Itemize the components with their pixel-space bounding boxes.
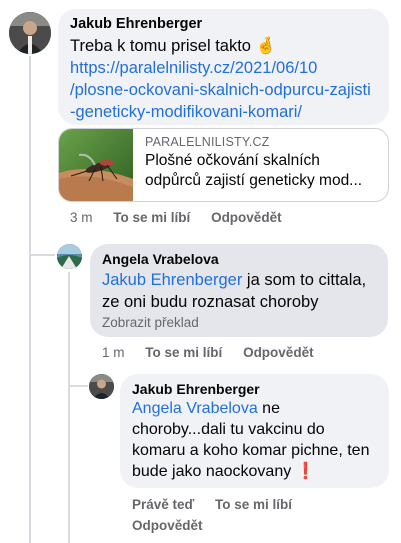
comment-text-body: Treba k tomu prisel takto xyxy=(70,37,251,55)
article-link-line[interactable]: -geneticky-modifikovani-komari/ xyxy=(70,101,377,123)
mention-link[interactable]: Angela Vrabelova xyxy=(132,400,258,417)
thread-line-main xyxy=(29,56,31,543)
link-preview-thumbnail xyxy=(59,129,133,201)
comment-author[interactable]: Angela Vrabelova xyxy=(102,251,376,267)
avatar[interactable] xyxy=(89,374,114,399)
comment-text-body: ja som to cittala, xyxy=(242,271,367,289)
link-preview-title-line: Plošné očkování skalních xyxy=(145,152,320,169)
like-button[interactable]: To se mi líbí xyxy=(145,345,222,360)
comment-time[interactable]: 1 m xyxy=(102,345,125,360)
comment-actions: Právě teď To se mi líbí xyxy=(132,497,309,512)
comment-text-line: ze oni budu roznasat choroby xyxy=(102,293,319,311)
article-link-line[interactable]: /plosne-ockovani-skalnich-odpurcu-zajist… xyxy=(70,79,377,101)
fingers-crossed-emoji: 🤞 xyxy=(255,37,277,55)
thread-line-branch-2 xyxy=(68,385,88,387)
link-preview-title-line: odpůrců zajistí geneticky mod... xyxy=(145,172,363,189)
avatar[interactable] xyxy=(57,244,82,269)
comment-text-line: bude jako naockovany ❗ xyxy=(132,461,377,482)
comment-text-body: bude jako naockovany xyxy=(132,463,292,480)
comment-author[interactable]: Jakub Ehrenberger xyxy=(132,381,377,397)
comment-time[interactable]: Právě teď xyxy=(132,497,194,512)
comment-text: Treba k tomu prisel takto 🤞 xyxy=(70,35,377,57)
link-preview-domain: PARALELNILISTY.CZ xyxy=(145,135,270,149)
reply-button[interactable]: Odpovědět xyxy=(211,210,282,225)
comment-actions-row-2: Odpovědět xyxy=(132,518,220,533)
comment-actions: 1 m To se mi líbí Odpovědět xyxy=(102,345,331,360)
comment-author[interactable]: Jakub Ehrenberger xyxy=(70,16,377,32)
thread-line-branch-1 xyxy=(29,254,55,256)
comment-text: Angela Vrabelova ne xyxy=(132,398,377,419)
reply-button[interactable]: Odpovědět xyxy=(132,518,203,533)
mention-link[interactable]: Jakub Ehrenberger xyxy=(102,271,242,289)
exclamation-emoji: ❗ xyxy=(295,463,316,480)
article-link-line[interactable]: https://paralelnilisty.cz/2021/06/10 xyxy=(70,57,377,79)
like-button[interactable]: To se mi líbí xyxy=(113,210,190,225)
reply-bubble: Angela Vrabelova Jakub Ehrenberger ja so… xyxy=(90,244,388,337)
link-preview-title: Plošné očkování skalních odpůrců zajistí… xyxy=(145,151,381,191)
comment-text-line: choroby...dali tu vakcinu do xyxy=(132,421,325,438)
comment-actions: 3 m To se mi líbí Odpovědět xyxy=(70,210,299,225)
comment-text-body: ne xyxy=(257,400,280,417)
avatar[interactable] xyxy=(9,12,51,54)
comment-bubble: Jakub Ehrenberger Treba k tomu prisel ta… xyxy=(58,9,389,125)
comment-text-line: komaru a koho komar pichne, ten xyxy=(132,442,370,459)
link-preview-card[interactable]: PARALELNILISTY.CZ Plošné očkování skalní… xyxy=(58,128,389,202)
reply-button[interactable]: Odpovědět xyxy=(243,345,314,360)
article-link[interactable]: https://paralelnilisty.cz/2021/06/10 /pl… xyxy=(70,57,377,123)
like-button[interactable]: To se mi líbí xyxy=(215,497,292,512)
translate-link[interactable]: Zobrazit překlad xyxy=(102,315,376,330)
comment-text: Jakub Ehrenberger ja som to cittala, xyxy=(102,269,376,291)
reply-bubble: Jakub Ehrenberger Angela Vrabelova ne ch… xyxy=(120,374,389,488)
thread-line-sub xyxy=(68,272,70,543)
comment-time[interactable]: 3 m xyxy=(70,210,93,225)
